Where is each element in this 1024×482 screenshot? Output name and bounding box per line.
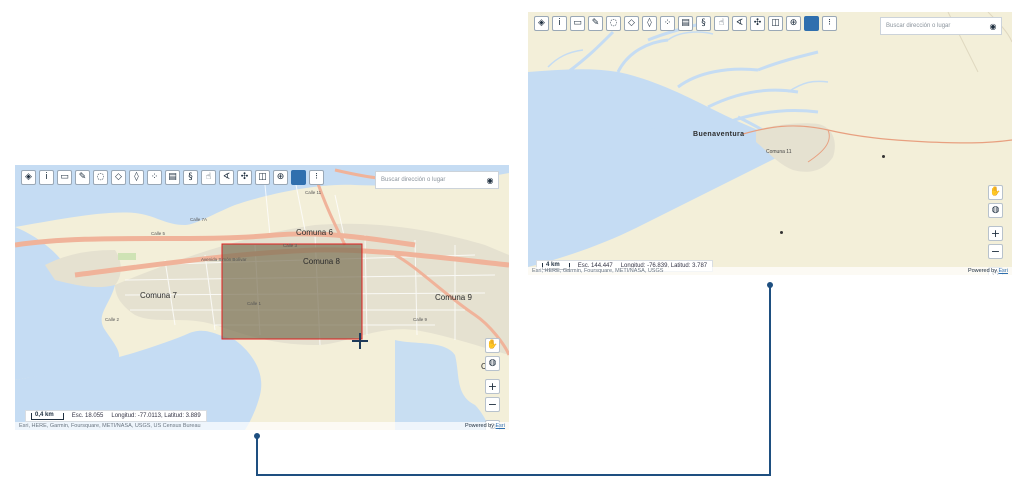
hand-pointer-icon[interactable]: ☝ (714, 16, 729, 31)
map-point-marker (780, 231, 783, 234)
map-toolbar: ◈ i ▭ ✎ ◌ ◇ ◊ ⁘ ▤ § ☝ ∢ ✣ ◫ ⊕ ⁝ (534, 16, 837, 31)
label-comuna-8: Comuna 8 (303, 257, 340, 266)
coordinates-text: Longitud: -77.0113, Latitud: 3.889 (111, 413, 201, 419)
zoom-in-button[interactable]: + (988, 226, 1003, 241)
color-square-icon[interactable] (804, 16, 819, 31)
eraser-icon[interactable]: ◇ (111, 170, 126, 185)
comment-icon[interactable]: ◌ (606, 16, 621, 31)
layers-icon[interactable]: ◈ (21, 170, 36, 185)
road-calle-2: Calle 2 (105, 317, 120, 322)
label-comuna-9: Comuna 9 (435, 293, 472, 302)
pencil-icon[interactable]: ✎ (588, 16, 603, 31)
arrows-icon[interactable]: ✣ (750, 16, 765, 31)
info-icon[interactable]: i (552, 16, 567, 31)
road-calle-5: Calle 5 (151, 231, 166, 236)
label-comuna-11: Comuna 11 (766, 149, 792, 155)
status-bar: 0,4 km Esc. 18.055 Longitud: -77.0113, L… (25, 410, 207, 422)
zoom-in-button[interactable]: + (485, 379, 500, 394)
hand-icon[interactable]: ✋ (988, 185, 1003, 200)
search-go-icon[interactable]: ◉ (985, 18, 1001, 34)
zoom-out-button[interactable]: − (485, 397, 500, 412)
route-icon[interactable]: § (183, 170, 198, 185)
measure-icon[interactable]: ▭ (570, 16, 585, 31)
esri-link[interactable]: Esri (999, 268, 1008, 274)
scale-text: Esc. 18.055 (71, 413, 104, 419)
attribution-bar: Esri, HERE, Garmin, Foursquare, METI/NAS… (528, 267, 1012, 275)
coordinates-icon[interactable]: ⁘ (660, 16, 675, 31)
zoom-out-button[interactable]: − (988, 244, 1003, 259)
powered-by-text: Powered by (967, 268, 997, 274)
road-calle-11: Calle 11 (305, 190, 322, 195)
pencil-icon[interactable]: ✎ (75, 170, 90, 185)
layers-icon[interactable]: ◈ (534, 16, 549, 31)
label-comuna-6: Comuna 6 (296, 228, 333, 237)
search-box[interactable]: Buscar dirección o lugar ◉ (375, 171, 499, 189)
print-icon[interactable]: ▤ (678, 16, 693, 31)
label-comuna-7: Comuna 7 (140, 291, 177, 300)
scale-bar: 0,4 km (31, 412, 64, 420)
world-icon[interactable]: ◍ (485, 356, 500, 371)
info-icon[interactable]: i (39, 170, 54, 185)
hand-icon[interactable]: ✋ (485, 338, 500, 353)
road-calle-9: Calle 9 (413, 317, 428, 322)
search-input[interactable]: Buscar dirección o lugar (376, 177, 482, 183)
powered-by-text: Powered by (464, 423, 494, 429)
attribution-text: Esri, HERE, Garmin, Foursquare, METI/NAS… (19, 423, 201, 429)
road-calle-3: Calle 3 (283, 243, 298, 248)
angle-tool-icon[interactable]: ∢ (219, 170, 234, 185)
split-view-icon[interactable]: ◫ (768, 16, 783, 31)
tag-icon[interactable]: ◊ (642, 16, 657, 31)
selection-dots-icon[interactable]: ⁝ (822, 16, 837, 31)
search-go-icon[interactable]: ◉ (482, 172, 498, 188)
route-icon[interactable]: § (696, 16, 711, 31)
angle-tool-icon[interactable]: ∢ (732, 16, 747, 31)
coordinates-icon[interactable]: ⁘ (147, 170, 162, 185)
attribution-text: Esri, HERE, Garmin, Foursquare, METI/NAS… (532, 268, 664, 274)
eraser-icon[interactable]: ◇ (624, 16, 639, 31)
comment-icon[interactable]: ◌ (93, 170, 108, 185)
road-calle-1: Calle 1 (247, 301, 262, 306)
world-icon[interactable]: ◍ (988, 203, 1003, 218)
attribution-bar: Esri, HERE, Garmin, Foursquare, METI/NAS… (15, 422, 509, 430)
measure-icon[interactable]: ▭ (57, 170, 72, 185)
zoom-in-icon[interactable]: ⊕ (273, 170, 288, 185)
map-controls: ✋ ◍ + − ⊙ (485, 338, 500, 430)
map-point-marker (882, 155, 885, 158)
esri-link[interactable]: Esri (496, 423, 505, 429)
selection-dots-icon[interactable]: ⁝ (309, 170, 324, 185)
map-toolbar: ◈ i ▭ ✎ ◌ ◇ ◊ ⁘ ▤ § ☝ ∢ ✣ ◫ ⊕ ⁝ (21, 170, 324, 185)
split-view-icon[interactable]: ◫ (255, 170, 270, 185)
tag-icon[interactable]: ◊ (129, 170, 144, 185)
label-buenaventura: Buenaventura (693, 131, 745, 138)
zoom-in-icon[interactable]: ⊕ (786, 16, 801, 31)
color-square-icon[interactable] (291, 170, 306, 185)
print-icon[interactable]: ▤ (165, 170, 180, 185)
hand-pointer-icon[interactable]: ☝ (201, 170, 216, 185)
search-input[interactable]: Buscar dirección o lugar (881, 23, 985, 29)
search-box[interactable]: Buscar dirección o lugar ◉ (880, 17, 1002, 35)
map-controls: ✋ ◍ + − ⊙ (988, 185, 1003, 275)
arrows-icon[interactable]: ✣ (237, 170, 252, 185)
road-calle-7a: Calle 7A (190, 217, 208, 222)
road-avenida: Avenida Simón Bolívar (201, 257, 247, 262)
